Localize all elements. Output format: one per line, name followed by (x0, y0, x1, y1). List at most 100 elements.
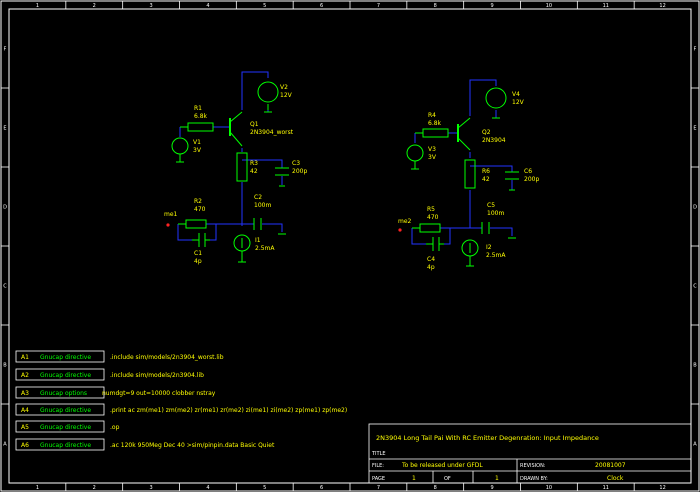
r4-name: R4 (428, 112, 436, 119)
v3-value: 3V (428, 154, 437, 161)
page-value: 1 (412, 475, 416, 482)
drawn-by-label: DRAWN BY: (520, 476, 548, 482)
r2-resistor (185, 219, 207, 229)
c3-name: C3 (292, 160, 300, 167)
bottom-zone-number: 3 (149, 485, 152, 491)
v1-value: 3V (193, 147, 202, 154)
v2-value: 12V (280, 92, 293, 99)
circuit-2 (398, 79, 519, 267)
bottom-zone-number: 12 (659, 485, 665, 491)
file-label: FILE: (372, 463, 384, 469)
v4-value: 12V (512, 99, 525, 106)
bottom-zone-number: 6 (320, 485, 323, 491)
directive-list: A1 Gnucap directive .include sim/models/… (15, 350, 347, 451)
r3-value: 42 (250, 168, 258, 175)
directive-type: Gnucap directive (40, 424, 91, 431)
directive-row[interactable]: A2 Gnucap directive .include sim/models/… (15, 368, 204, 381)
top-zone-number: 9 (490, 3, 493, 9)
r6-value: 42 (482, 176, 490, 183)
directive-text: .print ac zm(me1) zm(me2) zr(me1) zr(me2… (110, 407, 347, 414)
left-zone-letter: B (3, 363, 7, 369)
r3-resistor (236, 152, 248, 182)
right-zone-letter: C (693, 284, 697, 290)
title-block-text: 2N3904 Long Tail Pai With RC Emitter Deg… (371, 434, 626, 482)
top-zone-number: 11 (603, 3, 609, 9)
right-zone-letter: F (694, 47, 697, 53)
of-value: 1 (495, 475, 499, 482)
r5-value: 470 (427, 214, 439, 221)
bottom-zone-number: 8 (434, 485, 437, 491)
directive-id: A5 (21, 424, 29, 431)
directive-row[interactable]: A3 Gnucap options numdgt=9 out=10000 clo… (15, 386, 216, 399)
c3-value: 200p (292, 168, 307, 175)
top-zone-number: 7 (377, 3, 380, 9)
r6-resistor (464, 159, 476, 189)
schematic-sheet: 112233445566778899101011111212F FE ED DC CB B… (0, 0, 700, 492)
c2-value: 100m (254, 202, 271, 209)
c1-name: C1 (194, 250, 202, 257)
v3-name: V3 (428, 146, 436, 153)
r1-resistor (187, 122, 214, 132)
file-value: To be released under GFDL (401, 462, 483, 469)
i1-name: I1 (255, 237, 261, 244)
c4-name: C4 (427, 256, 435, 263)
directive-id: A4 (21, 407, 29, 414)
top-zone-number: 3 (149, 3, 152, 9)
directive-text: numdgt=9 out=10000 clobber nstray (102, 390, 216, 397)
left-zone-letter: A (3, 442, 7, 448)
right-zone-letter: E (693, 126, 696, 132)
right-zone-letter: A (693, 442, 697, 448)
bottom-zone-number: 1 (36, 485, 39, 491)
directive-type: Gnucap directive (40, 354, 91, 361)
v2-source (257, 81, 279, 103)
r4-resistor (422, 128, 449, 138)
me2-label: me2 (398, 218, 412, 225)
drawing-title: 2N3904 Long Tail Pai With RC Emitter Deg… (376, 434, 599, 442)
q2-value: 2N3904 (482, 137, 506, 144)
q1-name: Q1 (250, 121, 259, 128)
directive-type: Gnucap directive (40, 442, 91, 449)
right-zone-letter: B (693, 363, 697, 369)
circuit-2-parts (406, 87, 519, 267)
left-zone-letter: F (4, 47, 7, 53)
outer-border (0, 0, 700, 492)
directive-row[interactable]: A6 Gnucap directive .ac 120k 950Meg Dec … (15, 438, 275, 451)
r3-name: R3 (250, 160, 258, 167)
directive-id: A1 (21, 354, 29, 361)
v1-source (171, 137, 189, 155)
directive-row[interactable]: A4 Gnucap directive .print ac zm(me1) zm… (15, 403, 347, 416)
frame-ruler: 112233445566778899101011111212F FE ED DC CB B… (1, 1, 699, 491)
me2-marker (398, 228, 402, 232)
left-zone-letter: E (3, 126, 6, 132)
r2-value: 470 (194, 206, 206, 213)
c6-name: C6 (524, 168, 532, 175)
circuit-1 (166, 71, 289, 263)
revision-label: REVISION: (520, 463, 546, 469)
directive-id: A3 (21, 390, 29, 397)
directive-text: .ac 120k 950Meg Dec 40 >sim/pinpin.data … (110, 442, 275, 449)
bottom-zone-number: 5 (263, 485, 266, 491)
directive-type: Gnucap directive (40, 372, 91, 379)
c6-value: 200p (524, 176, 539, 183)
c4-value: 4p (427, 264, 435, 271)
r4-value: 6.8k (428, 120, 442, 127)
page-label: PAGE (372, 476, 385, 482)
drawn-by-value: Clock (607, 475, 624, 482)
r2-name: R2 (194, 198, 202, 205)
directive-row[interactable]: A1 Gnucap directive .include sim/models/… (15, 350, 224, 363)
r1-name: R1 (194, 105, 202, 112)
revision-value: 20081007 (595, 462, 626, 469)
directive-row[interactable]: A5 Gnucap directive .op (15, 420, 120, 433)
left-zone-letter: D (3, 205, 7, 211)
c2-name: C2 (254, 194, 262, 201)
me1-marker (166, 223, 170, 227)
top-zone-number: 12 (659, 3, 665, 9)
circuit-1-parts (171, 81, 289, 263)
v4-name: V4 (512, 91, 520, 98)
directive-id: A6 (21, 442, 29, 449)
left-zone-letter: C (3, 284, 7, 290)
c1-value: 4p (194, 258, 202, 265)
of-label: OF (444, 476, 451, 482)
top-zone-number: 10 (546, 3, 552, 9)
top-zone-number: 8 (434, 3, 437, 9)
